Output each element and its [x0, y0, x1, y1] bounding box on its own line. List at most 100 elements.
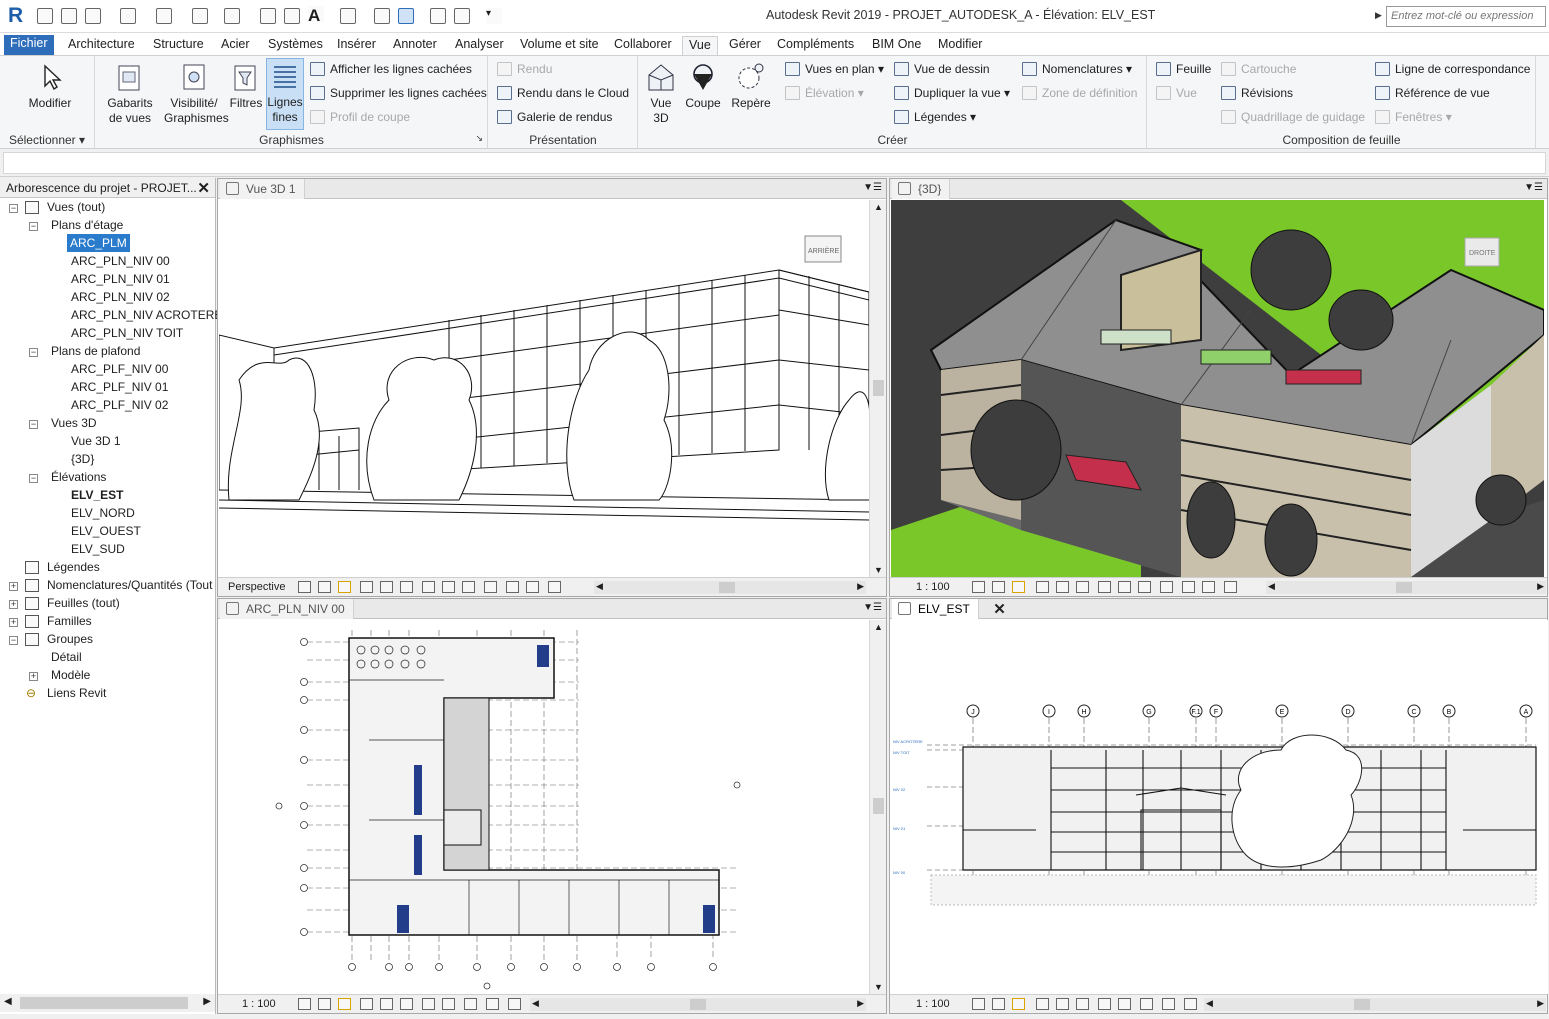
tree-item-arc-plf-niv02[interactable]: ARC_PLF_NIV 02 [71, 396, 168, 414]
highlight-displacement-icon[interactable] [508, 998, 521, 1010]
drafting-view-button[interactable]: Vue de dessin [894, 60, 990, 78]
tab-systemes[interactable]: Systèmes [262, 36, 329, 55]
visual-style-icon[interactable] [318, 998, 331, 1010]
horizontal-scrollbar[interactable]: ◀ ▶ [1204, 998, 1546, 1011]
tree-item-plans-etage[interactable]: Plans d'étage [51, 216, 123, 234]
lock-view-icon[interactable] [422, 581, 435, 593]
tree-item-arc-plf-niv00[interactable]: ARC_PLF_NIV 00 [71, 360, 168, 378]
crop-view-icon[interactable] [380, 998, 393, 1010]
view-scale[interactable]: 1 : 100 [916, 581, 950, 593]
tree-item-3d[interactable]: {3D} [71, 450, 94, 468]
shadows-icon[interactable] [1036, 998, 1049, 1010]
tree-item-groupes[interactable]: Groupes [47, 630, 93, 648]
view-scale[interactable]: 1 : 100 [916, 998, 950, 1010]
tree-item-legendes[interactable]: Légendes [47, 558, 100, 576]
tree-item-modele[interactable]: Modèle [51, 666, 90, 684]
detail-level-icon[interactable] [972, 998, 985, 1010]
highlight-displacement-icon[interactable] [1224, 581, 1237, 593]
temp-properties-icon[interactable] [1160, 581, 1173, 593]
tab-inserer[interactable]: Insérer [331, 36, 382, 55]
tab-architecture[interactable]: Architecture [62, 36, 141, 55]
tree-item-nomenclatures[interactable]: Nomenclatures/Quantités (Tout [47, 576, 212, 594]
shadows-icon[interactable] [360, 581, 373, 593]
tree-item-familles[interactable]: Familles [47, 612, 92, 630]
horizontal-scrollbar[interactable]: ◀ ▶ [530, 998, 866, 1011]
temporary-hide-icon[interactable] [1118, 581, 1131, 593]
sun-path-icon[interactable] [338, 581, 351, 593]
sun-path-icon[interactable] [1012, 581, 1025, 593]
expand-toggle[interactable]: + [9, 582, 18, 591]
expand-toggle[interactable]: + [9, 600, 18, 609]
save-icon[interactable] [61, 8, 77, 24]
temporary-hide-icon[interactable] [422, 998, 435, 1010]
elevation-canvas[interactable]: J I H G F.1 F E D C B A NIV ACROTERE NIV TOIT NIV … [891, 620, 1548, 994]
tab-annoter[interactable]: Annoter [387, 36, 443, 55]
guide-grid-button[interactable]: Quadrillage de guidage [1221, 108, 1365, 126]
detail-level-icon[interactable] [298, 581, 311, 593]
sync-icon[interactable] [85, 8, 101, 24]
tab-acier[interactable]: Acier [215, 36, 255, 55]
collapse-toggle[interactable]: − [29, 420, 38, 429]
tree-item-elv-est[interactable]: ELV_EST [71, 486, 123, 504]
tree-item-elv-ouest[interactable]: ELV_OUEST [71, 522, 141, 540]
horizontal-scrollbar[interactable]: ◀ ▶ [594, 581, 866, 594]
plan-views-button[interactable]: Vues en plan ▾ [785, 60, 884, 78]
worksharing-icon[interactable] [506, 581, 519, 593]
horizontal-scrollbar[interactable]: ◀ ▶ [1266, 581, 1546, 594]
scroll-thumb[interactable] [1396, 582, 1412, 593]
tab-analyser[interactable]: Analyser [449, 36, 510, 55]
close-icon[interactable]: ✕ [197, 179, 210, 197]
tab-volume-et-site[interactable]: Volume et site [514, 36, 605, 55]
tab-fichier[interactable]: Fichier [4, 35, 54, 55]
viewport-3d[interactable]: {3D} ▼☰ DROITE 1: 100 ◀ ▶ [889, 178, 1548, 597]
tree-item-vue-3d-1[interactable]: Vue 3D 1 [71, 432, 121, 450]
section-button[interactable]: Coupe [683, 60, 723, 111]
text-icon[interactable]: A [308, 6, 324, 25]
view-menu-icon[interactable]: ▼☰ [863, 602, 882, 613]
revit-logo[interactable]: R [8, 4, 23, 28]
vertical-scrollbar[interactable]: ▲ ▼ [869, 200, 886, 577]
tab-elv-est[interactable]: ELV_EST ✕ [892, 599, 1006, 619]
sun-path-icon[interactable] [338, 998, 351, 1010]
scroll-thumb[interactable] [1354, 999, 1370, 1010]
show-crop-icon[interactable] [400, 581, 413, 593]
filters-button[interactable]: Filtres [228, 60, 264, 111]
tree-item-detail[interactable]: Détail [51, 648, 82, 666]
reveal-hidden-icon[interactable] [1138, 581, 1151, 593]
view-templates-button[interactable]: Gabarits de vues [104, 60, 156, 126]
render-button[interactable]: Rendu [497, 60, 552, 78]
analytical-model-icon[interactable] [526, 581, 539, 593]
vertical-scrollbar[interactable]: ▲ ▼ [869, 620, 886, 994]
worksharing-icon[interactable] [486, 998, 499, 1010]
show-crop-icon[interactable] [400, 998, 413, 1010]
tab-modifier[interactable]: Modifier [932, 36, 988, 55]
render-gallery-button[interactable]: Galerie de rendus [497, 108, 612, 126]
reveal-hidden-icon[interactable] [1118, 998, 1131, 1010]
modify-button[interactable]: Modifier [20, 60, 80, 111]
crop-view-icon[interactable] [1056, 581, 1069, 593]
viewport-plan-niv00[interactable]: ARC_PLN_NIV 00 ▼☰ ▲ ▼ 1: 100 ◀ ▶ [217, 598, 887, 1014]
temporary-hide-icon[interactable] [1098, 998, 1111, 1010]
elevation-button[interactable]: Élévation ▾ [785, 84, 864, 102]
temporary-hide-icon[interactable] [442, 581, 455, 593]
view-reference-button[interactable]: Référence de vue [1375, 84, 1490, 102]
thin-lines-button[interactable]: Lignes fines [266, 58, 304, 130]
tab-arc-pln-niv00[interactable]: ARC_PLN_NIV 00 [220, 599, 354, 619]
shadows-icon[interactable] [1036, 581, 1049, 593]
sun-path-icon[interactable] [1012, 998, 1025, 1010]
tab-complements[interactable]: Compléments [771, 36, 860, 55]
remove-hidden-lines-button[interactable]: Supprimer les lignes cachées [310, 84, 487, 102]
reveal-hidden-icon[interactable] [462, 581, 475, 593]
viewport-vue-3d-1[interactable]: Vue 3D 1 ▼☰ ARRIÈRE ▲ ▼ Perspective ◀ ▶ [217, 178, 887, 597]
expand-toggle[interactable]: + [9, 618, 18, 627]
analytical-model-icon[interactable] [1202, 581, 1215, 593]
scroll-thumb[interactable] [873, 798, 884, 814]
scope-box-button[interactable]: Zone de définition [1022, 84, 1137, 102]
worksharing-icon[interactable] [1162, 998, 1175, 1010]
viewport-elv-est[interactable]: ELV_EST ✕ J I H G F.1 F E D C B A NIV ACROTERE NIV … [889, 598, 1548, 1014]
customize-chevron-icon[interactable]: ▾ [486, 8, 502, 24]
temp-properties-icon[interactable] [464, 998, 477, 1010]
tree-item-arc-pln-toit[interactable]: ARC_PLN_NIV TOIT [71, 324, 183, 342]
tree-item-plans-plafond[interactable]: Plans de plafond [51, 342, 140, 360]
collapse-toggle[interactable]: − [9, 204, 18, 213]
